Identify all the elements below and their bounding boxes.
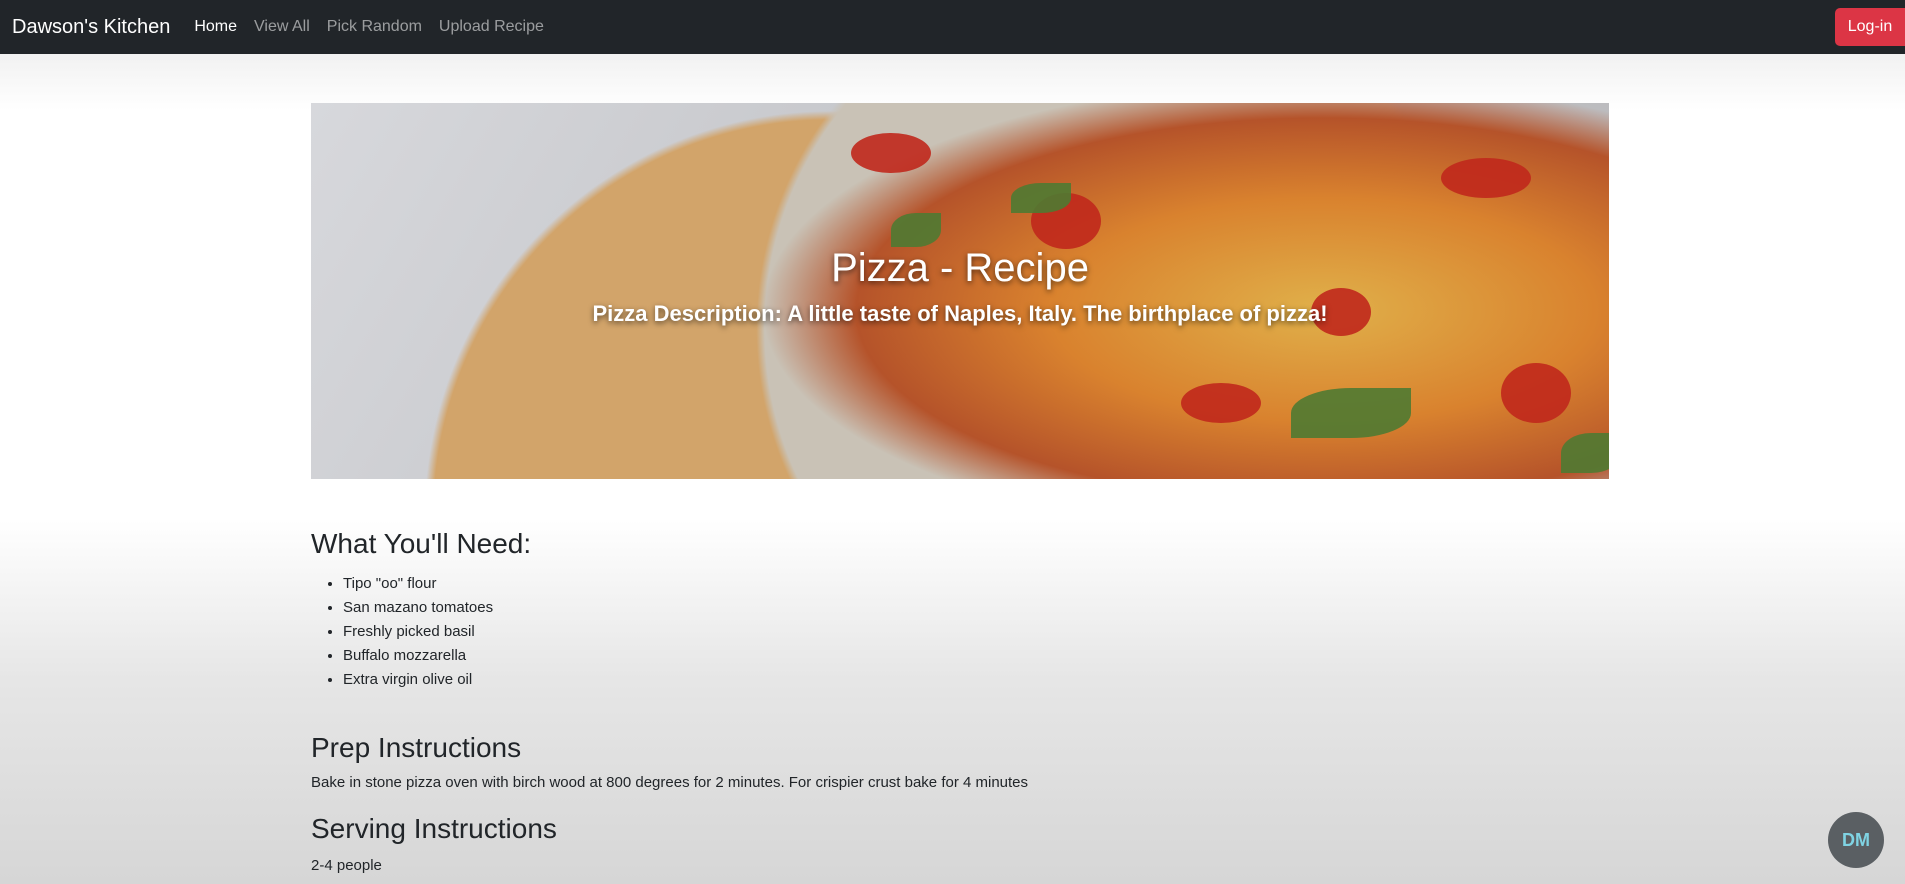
hero-image-detail [1291,388,1411,438]
hero-image-detail [891,213,941,247]
hero-image-detail [1561,433,1609,473]
prep-text: Bake in stone pizza oven with birch wood… [311,774,1029,791]
serving-text: 2-4 people [311,857,382,874]
nav-view-all[interactable]: View All [254,18,310,36]
dm-logo-icon: DM [1842,829,1870,850]
list-item: Tipo "oo" flour [343,572,493,596]
prep-heading: Prep Instructions [311,732,522,763]
nav-pick-random[interactable]: Pick Random [327,18,422,36]
list-item: Buffalo mozzarella [343,644,493,668]
login-button[interactable]: Log-in [1835,8,1905,46]
brand-link[interactable]: Dawson's Kitchen [12,16,170,39]
nav-upload-recipe[interactable]: Upload Recipe [439,18,544,36]
hero-image-detail [1441,158,1531,198]
serving-heading: Serving Instructions [311,813,557,844]
ingredients-list: Tipo "oo" flour San mazano tomatoes Fres… [311,572,493,692]
navbar: Dawson's Kitchen Home View All Pick Rand… [0,0,1905,54]
floating-action-button[interactable]: DM [1828,812,1884,868]
recipe-title: Pizza - Recipe [831,246,1089,290]
hero-image-detail [1181,383,1261,423]
hero-image-detail [851,133,931,173]
hero-image-detail [1501,363,1571,423]
nav-home[interactable]: Home [194,18,237,36]
hero-banner: Pizza - Recipe Pizza Description: A litt… [311,103,1609,479]
list-item: San mazano tomatoes [343,596,493,620]
ingredients-heading: What You'll Need: [311,528,532,559]
recipe-description: Pizza Description: A little taste of Nap… [592,301,1328,326]
hero-image-detail [1011,183,1071,213]
list-item: Freshly picked basil [343,620,493,644]
list-item: Extra virgin olive oil [343,668,493,692]
